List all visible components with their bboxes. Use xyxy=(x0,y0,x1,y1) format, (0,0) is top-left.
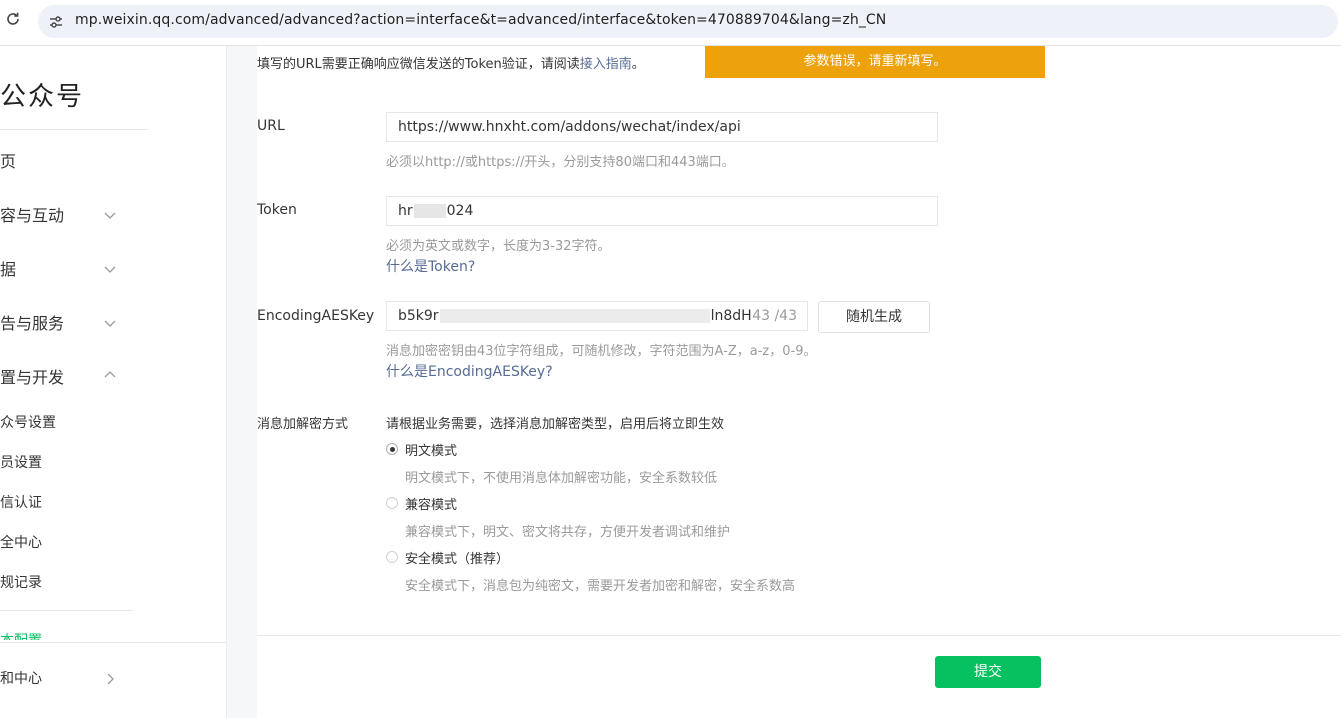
token-redaction xyxy=(413,204,446,218)
chevron-down-icon xyxy=(104,260,116,273)
sidebar-item-data[interactable]: 据 xyxy=(0,256,16,280)
sidebar: 公众号 页 容与互动 据 告与服务 置与开发 众号设置 员设置 信认证 全中心 … xyxy=(0,46,227,718)
aes-value-prefix: b5k9r xyxy=(398,308,439,324)
radio-plain-label[interactable]: 明文模式 xyxy=(405,440,457,459)
aes-key-input[interactable]: b5k9r ln8dH 43 /43 xyxy=(386,301,808,331)
main-content: 填写的URL需要正确响应微信发送的Token验证，请阅读接入指南。 参数错误，请… xyxy=(257,46,1341,718)
aes-key-hint: 消息加密密钥由43位字符组成，可随机修改，字符范围为A-Z，a-z，0-9。 xyxy=(386,344,817,359)
radio-unchecked-icon[interactable] xyxy=(386,497,398,509)
token-input[interactable]: hr 024 xyxy=(386,196,938,226)
sidebar-item-basic-config[interactable]: 本配置 xyxy=(0,630,42,640)
sidebar-subitem-account-settings[interactable]: 众号设置 xyxy=(0,412,56,432)
aes-char-counter: 43 /43 xyxy=(752,308,797,324)
sidebar-item-settings-dev[interactable]: 置与开发 xyxy=(0,364,64,388)
encryption-intro: 请根据业务需要，选择消息加解密类型，启用后将立即生效 xyxy=(386,417,725,432)
sidebar-divider-mid xyxy=(0,610,133,611)
radio-checked-icon[interactable] xyxy=(386,443,398,455)
token-value-prefix: hr xyxy=(398,203,413,219)
chevron-up-icon xyxy=(104,366,116,378)
token-value-suffix: 024 xyxy=(446,203,474,219)
what-is-aes-key-link[interactable]: 什么是EncodingAESKey? xyxy=(386,361,553,381)
url-hint: 必须以http://或https://开头，分别支持80端口和443端口。 xyxy=(386,155,735,170)
error-banner: 参数错误，请重新填写。 xyxy=(705,46,1045,78)
reload-icon[interactable] xyxy=(4,11,22,29)
chevron-down-icon xyxy=(104,314,116,327)
site-settings-icon[interactable] xyxy=(48,14,64,30)
browser-toolbar: mp.weixin.qq.com/advanced/advanced?actio… xyxy=(0,0,1341,46)
what-is-token-link[interactable]: 什么是Token? xyxy=(386,256,475,276)
page-description: 填写的URL需要正确响应微信发送的Token验证，请阅读接入指南。 xyxy=(257,53,645,72)
description-text: 填写的URL需要正确响应微信发送的Token验证，请阅读 xyxy=(257,57,580,72)
sidebar-subitem-violations[interactable]: 规记录 xyxy=(0,572,42,592)
encryption-label: 消息加解密方式 xyxy=(257,417,349,432)
guide-link[interactable]: 接入指南 xyxy=(580,57,632,72)
radio-unchecked-icon[interactable] xyxy=(386,551,398,563)
content-gutter xyxy=(227,46,257,718)
chevron-down-icon xyxy=(104,206,116,219)
radio-secure-desc: 安全模式下，消息包为纯密文，需要开发者加密和解密，安全系数高 xyxy=(405,579,796,594)
url-text[interactable]: mp.weixin.qq.com/advanced/advanced?actio… xyxy=(75,12,886,28)
address-bar[interactable]: mp.weixin.qq.com/advanced/advanced?actio… xyxy=(38,5,1338,38)
form-divider xyxy=(257,635,1341,636)
description-suffix: 。 xyxy=(631,57,645,72)
brand-title: 公众号 xyxy=(0,82,85,112)
sidebar-divider-bottom xyxy=(0,642,227,643)
token-hint: 必须为英文或数字，长度为3-32字符。 xyxy=(386,239,611,254)
generate-key-button[interactable]: 随机生成 xyxy=(818,301,930,333)
radio-plain-desc: 明文模式下，不使用消息体加解密功能，安全系数较低 xyxy=(405,471,718,486)
aes-value-suffix: ln8dH xyxy=(710,308,752,324)
sidebar-item-ads[interactable]: 告与服务 xyxy=(0,310,64,334)
sidebar-subitem-member-settings[interactable]: 员设置 xyxy=(0,452,42,472)
sidebar-subitem-verification[interactable]: 信认证 xyxy=(0,492,42,512)
sidebar-divider-top xyxy=(0,129,148,130)
sidebar-item-active-clip: 本配置 xyxy=(0,626,60,640)
radio-compat-label[interactable]: 兼容模式 xyxy=(405,494,457,513)
submit-button[interactable]: 提交 xyxy=(935,656,1041,688)
radio-compat-desc: 兼容模式下，明文、密文将共存，方便开发者调试和维护 xyxy=(405,525,731,540)
sidebar-item-footer[interactable]: 和中心 xyxy=(0,668,42,688)
chevron-right-icon xyxy=(104,670,116,685)
radio-secure-label[interactable]: 安全模式（推荐） xyxy=(405,548,509,567)
sidebar-item-content[interactable]: 容与互动 xyxy=(0,202,64,226)
sidebar-item-home[interactable]: 页 xyxy=(0,148,16,172)
aes-redaction xyxy=(439,309,710,323)
sidebar-subitem-security[interactable]: 全中心 xyxy=(0,532,42,552)
url-input[interactable]: https://www.hnxht.com/addons/wechat/inde… xyxy=(386,112,938,142)
url-label: URL xyxy=(257,118,285,134)
token-label: Token xyxy=(257,202,297,218)
aes-key-label: EncodingAESKey xyxy=(257,308,375,324)
